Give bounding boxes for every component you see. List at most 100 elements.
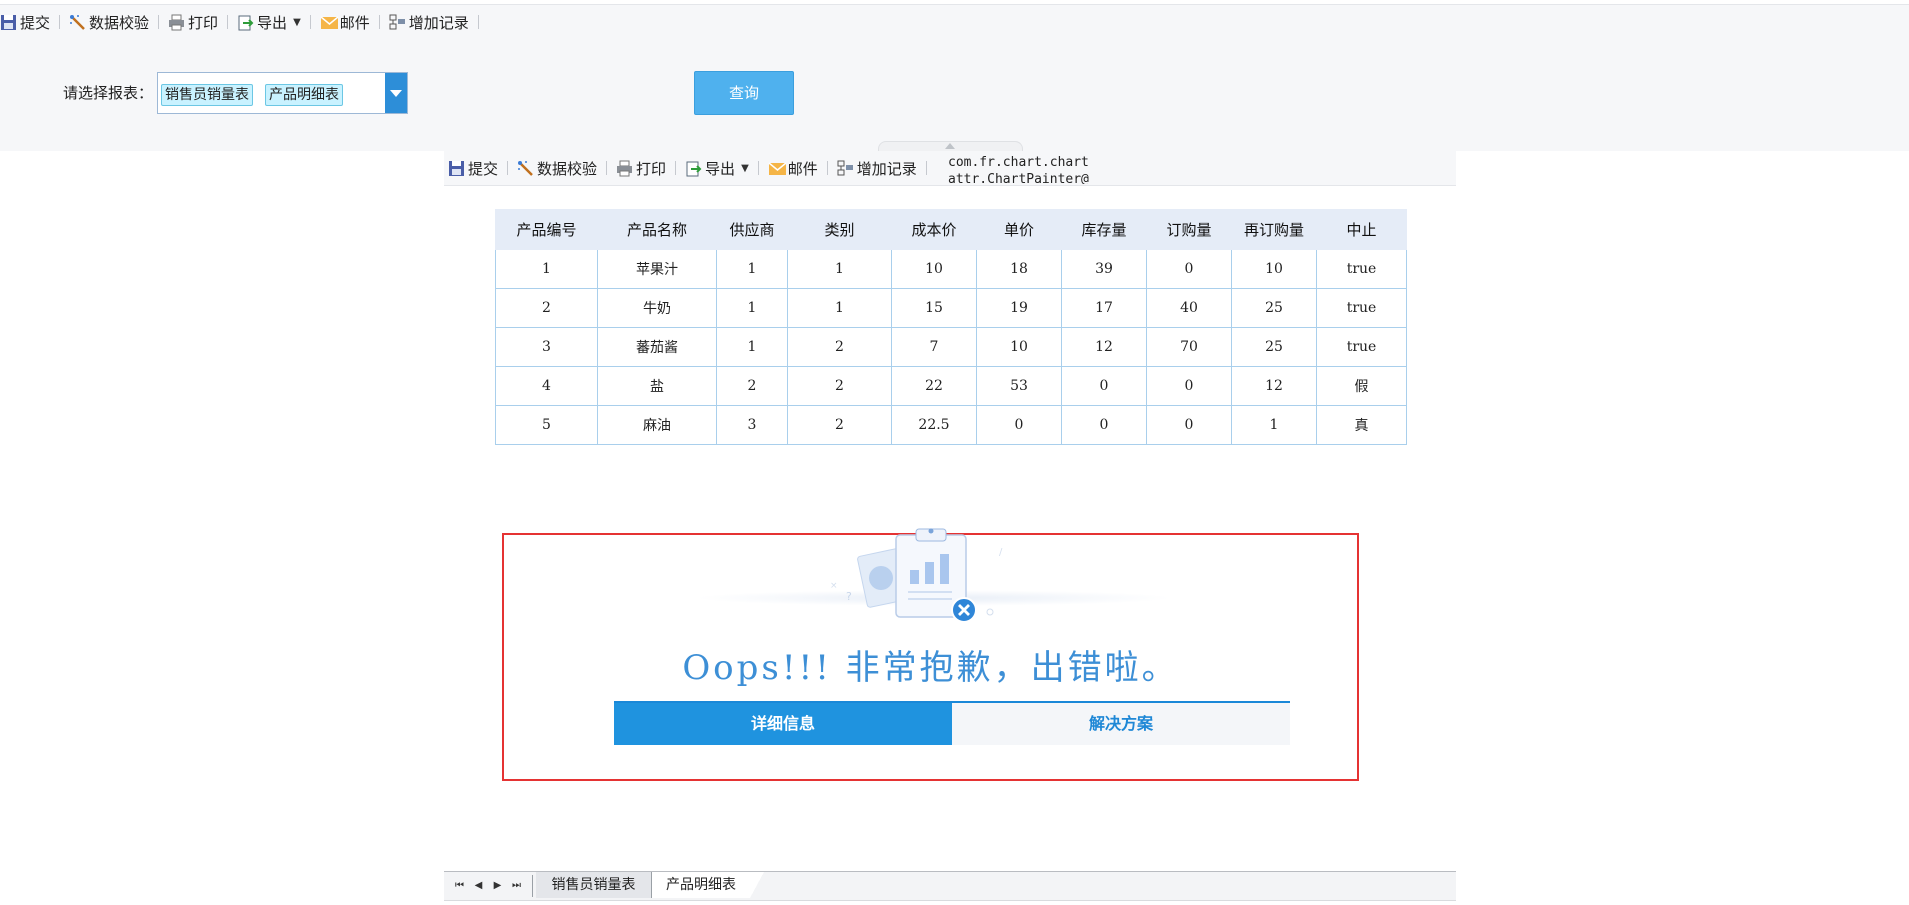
column-header: 再订购量: [1231, 209, 1317, 250]
save-icon: [448, 160, 465, 177]
sheet-tab-sales[interactable]: 销售员销量表: [536, 872, 652, 898]
table-cell: 1: [716, 327, 788, 367]
toolbar-divider: [606, 161, 608, 175]
error-title: Oops!!! 非常抱歉，出错啦。: [682, 648, 1179, 688]
table-cell: 12: [1231, 366, 1317, 406]
query-button[interactable]: 查询: [694, 71, 794, 115]
tab-detail-info[interactable]: 详细信息: [614, 703, 952, 745]
table-cell: 1: [787, 288, 892, 328]
table-cell: 2: [787, 366, 892, 406]
table-cell: 3: [495, 327, 598, 367]
last-sheet-icon[interactable]: ⏭: [507, 877, 526, 895]
table-cell: 盐: [597, 366, 717, 406]
product-detail-table: 产品编号 产品名称 供应商 类别 成本价 单价 库存量 订购量 再订购量 中止 …: [495, 209, 1407, 445]
toolbar-divider: [477, 15, 479, 29]
sheet-tab-product-detail[interactable]: 产品明细表: [652, 872, 764, 898]
toolbar-divider: [309, 15, 311, 29]
table-cell: true: [1316, 288, 1407, 328]
filter-panel: 请选择报表： 销售员销量表 产品明细表 查询: [0, 39, 1909, 151]
table-cell: 麻油: [597, 405, 717, 445]
table-cell: 2: [495, 288, 598, 328]
tab-solution[interactable]: 解决方案: [952, 703, 1290, 745]
table-cell: 1: [716, 288, 788, 328]
report-select-label: 请选择报表：: [63, 84, 154, 102]
validate-wand-icon: [69, 14, 86, 31]
mail-label: 邮件: [787, 159, 818, 178]
table-cell: 25: [1231, 327, 1317, 367]
dropdown-toggle-button[interactable]: [385, 73, 407, 113]
column-header: 订购量: [1146, 209, 1232, 250]
table-cell: 苹果汁: [597, 249, 717, 289]
prev-sheet-icon[interactable]: ◀: [469, 877, 488, 895]
table-cell: 0: [1146, 405, 1232, 445]
table-cell: 2: [787, 405, 892, 445]
export-label: 导出: [257, 13, 288, 32]
table-row: 2 牛奶 1 1 15 19 17 40 25 true: [495, 288, 1407, 328]
selected-chip[interactable]: 产品明细表: [265, 84, 343, 106]
table-cell: 4: [495, 366, 598, 406]
table-cell: 10: [891, 249, 977, 289]
debug-text-line: attr.ChartPainter@: [948, 172, 1089, 184]
column-header: 产品名称: [597, 209, 717, 250]
printer-icon: [616, 160, 633, 177]
table-cell: 0: [1146, 366, 1232, 406]
add-record-button[interactable]: 增加记录: [833, 155, 921, 181]
column-header: 中止: [1316, 209, 1407, 250]
table-cell: 22: [891, 366, 977, 406]
report-multi-select[interactable]: 销售员销量表 产品明细表: [157, 72, 408, 114]
mail-button[interactable]: 邮件: [764, 155, 822, 181]
export-label: 导出: [705, 159, 736, 178]
table-cell: 12: [1061, 327, 1147, 367]
print-button[interactable]: 打印: [612, 155, 670, 181]
table-cell: 17: [1061, 288, 1147, 328]
table-cell: 0: [1146, 249, 1232, 289]
table-cell: 假: [1316, 366, 1407, 406]
export-button[interactable]: 导出 ▼: [681, 155, 753, 181]
data-validate-button[interactable]: 数据校验: [513, 155, 601, 181]
table-cell: 0: [976, 405, 1062, 445]
table-cell: 53: [976, 366, 1062, 406]
table-cell: 15: [891, 288, 977, 328]
error-tab-bar: 详细信息 解决方案: [614, 701, 1290, 745]
print-button[interactable]: 打印: [164, 9, 222, 35]
table-cell: true: [1316, 327, 1407, 367]
column-header: 类别: [787, 209, 892, 250]
submit-button[interactable]: 提交: [0, 9, 54, 35]
mail-icon: [320, 14, 339, 31]
table-cell: 1: [716, 249, 788, 289]
mail-icon: [768, 160, 787, 177]
data-validate-button[interactable]: 数据校验: [65, 9, 153, 35]
export-icon: [685, 160, 702, 177]
add-record-button[interactable]: 增加记录: [385, 9, 473, 35]
export-button[interactable]: 导出 ▼: [233, 9, 305, 35]
table-cell: 1: [787, 249, 892, 289]
toolbar-divider: [507, 161, 509, 175]
table-cell: true: [1316, 249, 1407, 289]
chart-painter-debug-text: com.fr.chart.chart attr.ChartPainter@: [948, 154, 1148, 184]
toolbar-divider: [826, 161, 828, 175]
table-cell: 18: [976, 249, 1062, 289]
table-cell: 0: [1061, 366, 1147, 406]
table-cell: 2: [787, 327, 892, 367]
toolbar-divider: [757, 161, 759, 175]
toolbar-divider: [227, 15, 229, 29]
first-sheet-icon[interactable]: ⏮: [450, 877, 469, 895]
toolbar-divider: [59, 15, 61, 29]
mail-label: 邮件: [339, 13, 370, 32]
table-cell: 70: [1146, 327, 1232, 367]
printer-icon: [168, 14, 185, 31]
chevron-down-icon: ▼: [293, 16, 301, 28]
submit-label: 提交: [468, 159, 499, 178]
sheet-tab-bar: ⏮ ◀ ▶ ⏭ 销售员销量表 产品明细表: [444, 871, 1456, 901]
table-header-row: 产品编号 产品名称 供应商 类别 成本价 单价 库存量 订购量 再订购量 中止: [495, 209, 1407, 250]
selected-chip[interactable]: 销售员销量表: [161, 84, 253, 106]
table-cell: 22.5: [891, 405, 977, 445]
toolbar-divider: [378, 15, 380, 29]
save-icon: [0, 14, 17, 31]
next-sheet-icon[interactable]: ▶: [488, 877, 507, 895]
mail-button[interactable]: 邮件: [316, 9, 374, 35]
submit-button[interactable]: 提交: [444, 155, 502, 181]
table-cell: 7: [891, 327, 977, 367]
table-cell: 0: [1061, 405, 1147, 445]
table-cell: 2: [716, 366, 788, 406]
